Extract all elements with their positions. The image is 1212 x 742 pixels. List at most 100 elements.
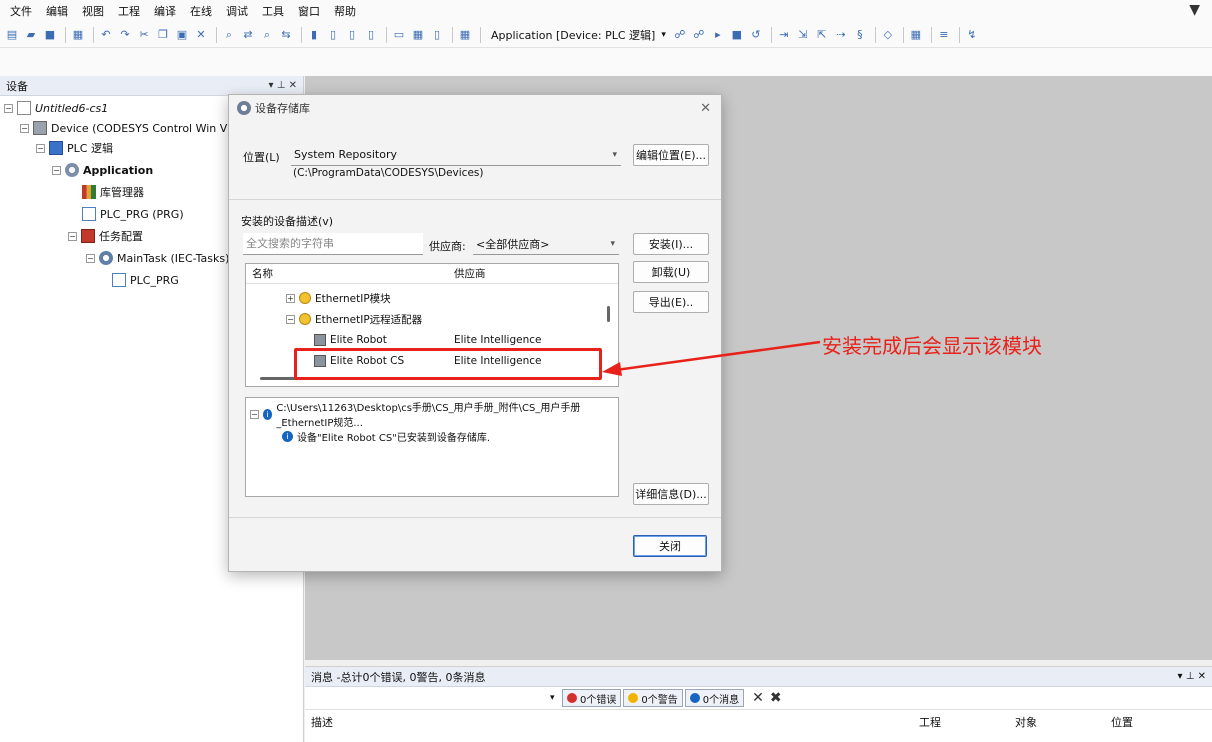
menu-edit[interactable]: 编辑 [46,3,68,19]
tree-item-device[interactable]: − Device (CODESYS Control Win V3 x64) [20,118,263,138]
full-text-search-input[interactable] [243,233,423,255]
column-name[interactable]: 名称 [252,266,273,281]
column-project[interactable]: 工程 [919,714,941,730]
open-folder-icon[interactable]: ▰ [23,27,39,43]
bookmark-clear-icon[interactable]: ▯ [363,27,379,43]
vertical-scrollbar[interactable] [607,306,610,322]
menu-tools[interactable]: 工具 [262,3,284,19]
program-icon [82,207,96,221]
write-values-icon[interactable]: ▦ [908,27,924,43]
panel-controls[interactable]: ▾ ⊥ ✕ [269,80,297,91]
step-over-icon[interactable]: ⇥ [776,27,792,43]
column-position[interactable]: 位置 [1111,714,1133,730]
uninstall-button[interactable]: 卸载(U) [633,261,709,283]
build-icon[interactable]: ▦ [457,27,473,43]
clear-all-icon[interactable]: ✖ [770,690,782,706]
replace-icon[interactable]: ⇄ [240,27,256,43]
login-icon[interactable]: ☍ [672,27,688,43]
close-button[interactable]: 关闭 [633,535,707,557]
add-object-icon[interactable]: ▦ [410,27,426,43]
tree-item-library-manager[interactable]: 库管理器 [82,182,144,202]
collapse-icon[interactable]: − [68,231,77,241]
details-button[interactable]: 详细信息(D)... [633,483,709,505]
chevron-down-icon[interactable]: ▾ [550,693,562,703]
panel-controls[interactable]: ▾ ⊥ ✕ [1178,671,1206,682]
collapse-icon[interactable]: − [286,314,295,324]
edit-location-button[interactable]: 编辑位置(E)... [633,144,709,166]
collapse-icon[interactable]: − [52,165,61,175]
toolbar-blank-strip [0,48,1212,76]
log-item-path[interactable]: − i C:\Users\11263\Desktop\cs手册\CS_用户手册_… [246,403,618,429]
run-icon[interactable]: ▸ [710,27,726,43]
collapse-icon[interactable]: − [20,123,29,133]
next-statement-icon[interactable]: § [852,27,868,43]
force-values-icon[interactable]: ≡ [936,27,952,43]
find-icon[interactable]: ⌕ [221,27,237,43]
menu-window[interactable]: 窗口 [298,3,320,19]
menu-build[interactable]: 编译 [154,3,176,19]
location-select[interactable]: System Repository ▾ [291,144,621,166]
menu-debug[interactable]: 调试 [226,3,248,19]
filter-icon[interactable]: ▼ [1189,2,1200,18]
tree-item-task-config[interactable]: − 任务配置 [68,226,143,246]
reset-icon[interactable]: ↺ [748,27,764,43]
redo-icon[interactable]: ↷ [117,27,133,43]
collapse-icon[interactable]: − [86,253,95,263]
active-application-label[interactable]: Application [Device: PLC 逻辑] [491,27,655,43]
errors-filter-button[interactable]: 0个错误 [562,689,622,707]
find-previous-icon[interactable]: ⇆ [278,27,294,43]
save-icon[interactable]: ■ [42,27,58,43]
expand-icon[interactable]: + [286,293,295,303]
warnings-filter-button[interactable]: 0个警告 [623,689,683,707]
window-icon[interactable]: ▭ [391,27,407,43]
menu-help[interactable]: 帮助 [334,3,356,19]
close-icon[interactable]: ✕ [700,101,711,116]
chevron-down-icon: ▾ [610,238,615,249]
cut-icon[interactable]: ✂ [136,27,152,43]
step-into-icon[interactable]: ⇲ [795,27,811,43]
page-icon[interactable]: ▯ [429,27,445,43]
menu-file[interactable]: 文件 [10,3,32,19]
paste-icon[interactable]: ▣ [174,27,190,43]
column-description[interactable]: 描述 [311,714,333,730]
menu-view[interactable]: 视图 [82,3,104,19]
bookmark-next-icon[interactable]: ▯ [325,27,341,43]
collapse-icon[interactable]: − [4,103,13,113]
logout-icon[interactable]: ☍ [691,27,707,43]
print-icon[interactable]: ▦ [70,27,86,43]
chevron-down-icon[interactable]: ▾ [661,30,666,40]
new-file-icon[interactable]: ▤ [4,27,20,43]
list-item-ethernetip-module[interactable]: + EthernetIP模块 [246,288,618,308]
tree-item-plc-logic[interactable]: − PLC 逻辑 [36,138,113,158]
column-object[interactable]: 对象 [1015,714,1037,730]
bookmark-prev-icon[interactable]: ▯ [344,27,360,43]
export-button[interactable]: 导出(E).. [633,291,709,313]
tree-item-application[interactable]: − Application [52,160,153,180]
tree-item-project[interactable]: − Untitled6-cs1 [4,98,108,118]
vendor-select[interactable]: <全部供应商> ▾ [473,233,619,255]
bookmark-icon[interactable]: ▮ [306,27,322,43]
list-item-ethernetip-adapter[interactable]: − EthernetIP远程适配器 [246,309,618,329]
unforce-icon[interactable]: ↯ [964,27,980,43]
log-item-message[interactable]: i 设备"Elite Robot CS"已安装到设备存储库. [246,426,618,446]
menu-online[interactable]: 在线 [190,3,212,19]
find-next-icon[interactable]: ⌕ [259,27,275,43]
tree-item-main-task[interactable]: − MainTask (IEC-Tasks) [86,248,229,268]
delete-icon[interactable]: ✕ [193,27,209,43]
install-button[interactable]: 安装(I)... [633,233,709,255]
tree-item-task-prg[interactable]: PLC_PRG [112,270,179,290]
messages-filter-button[interactable]: 0个消息 [684,689,745,707]
column-vendor[interactable]: 供应商 [454,266,486,281]
copy-icon[interactable]: ❐ [155,27,171,43]
tree-item-plc-prg[interactable]: PLC_PRG (PRG) [82,204,184,224]
stop-icon[interactable]: ■ [729,27,745,43]
clear-icon[interactable]: ✕ [752,690,764,706]
undo-icon[interactable]: ↶ [98,27,114,43]
breakpoint-icon[interactable]: ◇ [880,27,896,43]
collapse-icon[interactable]: − [36,143,45,153]
step-out-icon[interactable]: ⇱ [814,27,830,43]
collapse-icon[interactable]: − [250,409,259,419]
list-item-elite-robot[interactable]: Elite Robot Elite Intelligence [246,330,618,350]
menu-project[interactable]: 工程 [118,3,140,19]
run-to-cursor-icon[interactable]: ⇢ [833,27,849,43]
